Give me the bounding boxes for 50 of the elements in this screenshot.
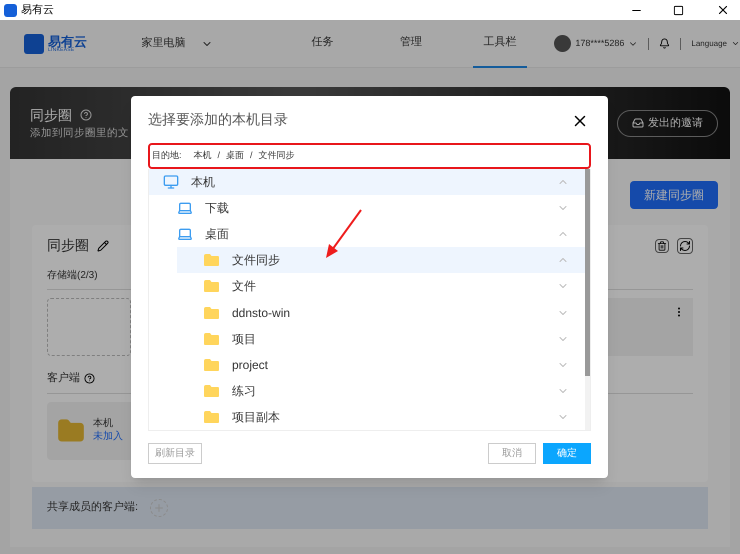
avatar[interactable]: [554, 35, 572, 52]
inbox-icon: [632, 117, 644, 129]
folder-icon: [203, 358, 220, 372]
chevron-down-icon: [731, 39, 740, 48]
path-separator: /: [250, 149, 253, 162]
device-dropdown[interactable]: 家里电脑: [141, 35, 278, 52]
path-separator: /: [218, 149, 220, 162]
close-icon[interactable]: [716, 3, 730, 17]
app-logo-icon: [4, 4, 17, 16]
banner-subtitle: 添加到同步圈里的文: [30, 126, 129, 141]
breadcrumb-link[interactable]: 本机: [194, 149, 212, 163]
folder-icon: [203, 332, 220, 346]
bell-icon[interactable]: [659, 38, 670, 49]
shared-members-label: 共享成员的客户端:: [47, 500, 138, 516]
account-dropdown[interactable]: 178****5286: [575, 36, 638, 50]
nav-tab[interactable]: 管理: [384, 20, 439, 68]
new-sync-button[interactable]: 新建同步圈: [630, 181, 718, 209]
scrollbar[interactable]: [585, 169, 590, 430]
folder-icon: [203, 279, 220, 294]
nav-tab[interactable]: 任务: [295, 20, 350, 68]
logo-text: 易有云: [48, 34, 87, 48]
laptop-icon: [177, 226, 193, 242]
folder-icon: [57, 416, 85, 444]
tree-item[interactable]: 本机: [149, 169, 585, 196]
annotation-arrow: [324, 208, 364, 260]
folder-icon: [203, 410, 220, 424]
monitor-icon: [163, 174, 179, 190]
destination-label: 目的地:: [152, 149, 182, 162]
window-title: 易有云: [21, 2, 54, 18]
dialog-title: 选择要添加的本机目录: [148, 111, 288, 130]
language-dropdown[interactable]: Language: [691, 38, 740, 50]
help-icon[interactable]: [84, 372, 95, 384]
laptop-icon: [177, 200, 193, 216]
logo-icon: [24, 34, 44, 54]
banner-title: 同步圈: [30, 106, 72, 125]
card-title: 同步圈: [47, 236, 89, 255]
trash-icon[interactable]: [655, 238, 669, 252]
folder-icon: [203, 384, 220, 398]
breadcrumb-link[interactable]: 文件同步: [258, 149, 295, 163]
folder-icon: [203, 306, 220, 320]
tree-item[interactable]: 文件同步: [177, 247, 585, 274]
edit-icon[interactable]: [97, 240, 109, 252]
nav-tab[interactable]: 工具栏: [472, 20, 528, 68]
refresh-icon[interactable]: [677, 238, 693, 254]
invite-button[interactable]: 发出的邀请: [617, 110, 718, 136]
client-name: 本机: [93, 418, 114, 430]
breadcrumb-link[interactable]: 桌面: [226, 149, 244, 163]
client-label: 客户端: [47, 370, 80, 386]
maximize-icon[interactable]: [673, 4, 684, 16]
folder-icon: [203, 253, 220, 268]
